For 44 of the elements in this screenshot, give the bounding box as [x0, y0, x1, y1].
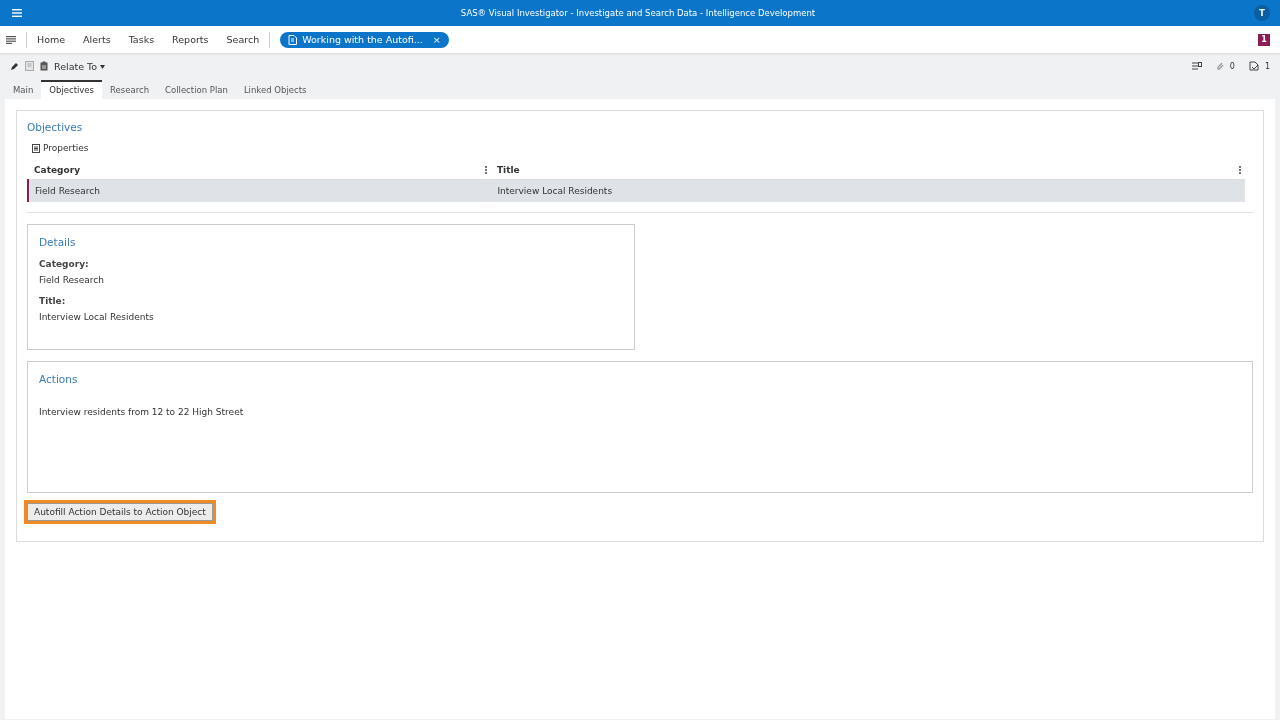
field-value: Interview Local Residents	[39, 312, 155, 322]
properties-icon[interactable]	[32, 143, 40, 153]
nav-link[interactable]: Alerts	[83, 34, 111, 45]
paperclip-icon[interactable]	[1215, 61, 1224, 71]
table-cell[interactable]: Interview Local Residents	[490, 179, 1245, 202]
relate-to-dropdown[interactable]: Relate To	[54, 60, 106, 72]
list-icon[interactable]	[1191, 61, 1202, 71]
document-tab[interactable]: Working with the Autofi... ×	[280, 31, 449, 48]
tab[interactable]: Research	[102, 82, 158, 99]
tab[interactable]: Main	[5, 82, 42, 99]
column-header[interactable]: Title	[490, 161, 1245, 180]
nav-link[interactable]: Tasks	[128, 34, 155, 45]
section-heading: Actions	[39, 373, 79, 385]
action-text: Interview residents from 12 to 22 High Street	[39, 407, 245, 417]
document-icon	[288, 34, 298, 45]
close-icon[interactable]: ×	[432, 34, 441, 45]
field-label: Category:	[39, 259, 90, 269]
menu-icon[interactable]	[6, 35, 16, 44]
nav-link[interactable]: Search	[226, 34, 260, 45]
nav-link[interactable]: Reports	[172, 34, 209, 45]
task-count: 1	[1264, 61, 1270, 71]
column-header[interactable]: Category	[28, 161, 491, 180]
menu-icon[interactable]	[12, 9, 22, 17]
tab[interactable]: Linked Objects	[235, 82, 315, 99]
nav-link[interactable]: Home	[37, 34, 66, 45]
properties-link[interactable]: Properties	[43, 143, 89, 153]
task-icon[interactable]	[1248, 61, 1259, 71]
pencil-icon[interactable]	[10, 61, 19, 71]
user-avatar[interactable]: T	[1254, 5, 1270, 21]
caret-icon	[100, 65, 106, 69]
autofill-button[interactable]: Autofill Action Details to Action Object	[27, 503, 213, 521]
tab[interactable]: Collection Plan	[157, 82, 236, 99]
field-label: Title:	[39, 296, 67, 306]
field-value: Field Research	[39, 275, 105, 285]
attachment-count: 0	[1229, 61, 1235, 71]
kebab-icon[interactable]	[484, 166, 487, 174]
table-cell[interactable]: Field Research	[28, 179, 491, 202]
tab[interactable]: Objectives	[41, 80, 103, 99]
section-heading: Objectives	[27, 121, 84, 133]
window-title: SAS® Visual Investigator - Investigate and Search Data - Intelligence Development	[459, 8, 817, 18]
section-heading: Details	[39, 236, 77, 248]
notification-badge[interactable]: 1	[1258, 33, 1270, 46]
kebab-icon[interactable]	[1238, 166, 1241, 174]
clipboard-icon	[40, 61, 48, 71]
